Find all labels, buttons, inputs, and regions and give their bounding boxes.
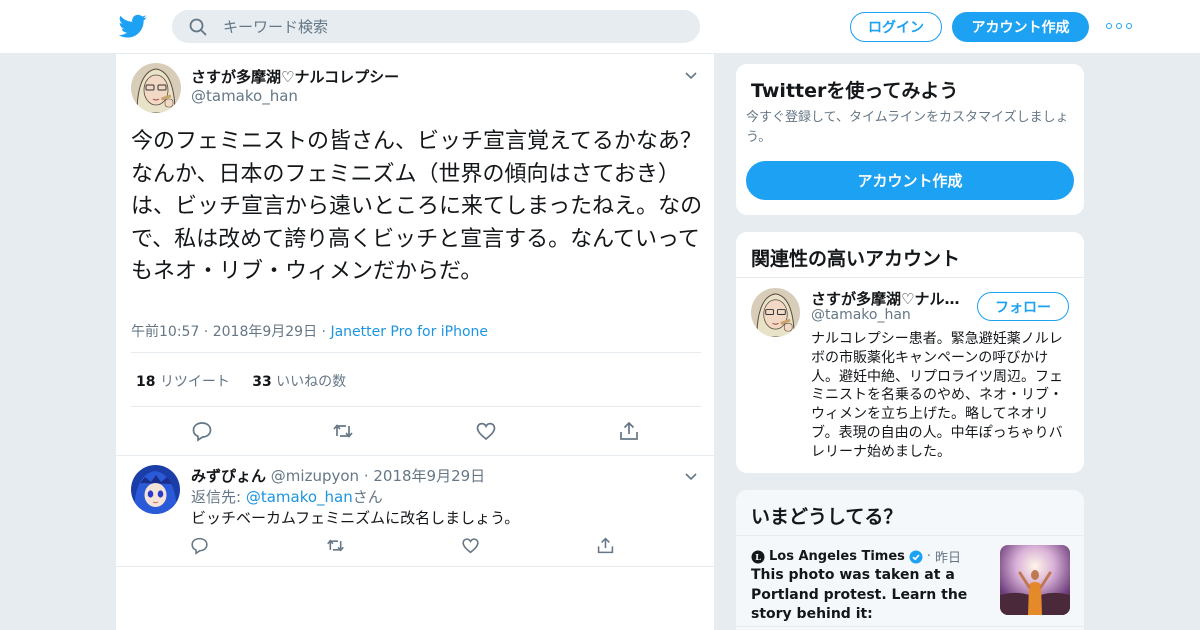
dot	[1106, 23, 1112, 29]
related-account-name[interactable]: さすが多摩湖♡ナル…	[811, 288, 959, 309]
signup-card-title: Twitterを使ってみよう	[751, 80, 959, 102]
tweet-text: 今のフェミニストの皆さん、ビッチ宣言覚えてるかなあ？なんか、日本のフェミニズム（…	[131, 129, 703, 285]
tweet-time[interactable]: 午前10:57	[131, 324, 199, 340]
follow-button[interactable]: フォロー	[977, 292, 1069, 321]
dot	[1126, 23, 1132, 29]
tweet-date[interactable]: 2018年9月29日	[213, 324, 317, 340]
meta-separator: ·	[926, 549, 932, 564]
reply-header: みずぴょん @mizupyon · 2018年9月29日	[191, 465, 485, 486]
divider	[131, 352, 701, 353]
news-source-row[interactable]: L Los Angeles Times · 昨日	[751, 547, 961, 566]
login-button[interactable]: ログイン	[850, 12, 942, 42]
divider	[116, 566, 714, 567]
retweet-icon[interactable]	[326, 536, 345, 555]
chevron-down-icon[interactable]	[685, 72, 697, 80]
reply-prefix: 返信先:	[191, 488, 242, 506]
avatar-illustration	[131, 63, 181, 113]
avatar-illustration	[131, 465, 180, 514]
retweet-count: 18	[136, 374, 156, 390]
news-source-name: Los Angeles Times	[769, 549, 905, 564]
verified-badge-icon	[909, 550, 923, 563]
divider	[116, 455, 714, 456]
search-icon	[189, 18, 207, 36]
replying-to: 返信先: @tamako_hanさん	[191, 486, 383, 507]
like-heart-icon[interactable]	[475, 420, 497, 442]
signup-card: Twitterを使ってみよう 今すぐ登録して、タイムラインをカスタマイズしましょ…	[735, 63, 1085, 216]
author-avatar[interactable]	[131, 63, 181, 113]
chevron-down-icon[interactable]	[685, 473, 697, 481]
reply-author-avatar[interactable]	[131, 465, 180, 514]
meta-separator: ·	[317, 324, 331, 340]
like-heart-icon[interactable]	[461, 536, 480, 555]
news-time: 昨日	[935, 551, 962, 566]
related-account-avatar[interactable]	[751, 288, 800, 337]
divider	[736, 277, 1084, 278]
related-account-bio: ナルコレプシー患者。緊急避妊薬ノルレボの市販薬化キャンペーンの呼びかけ人。避妊中…	[811, 331, 1063, 460]
reply-icon[interactable]	[191, 420, 213, 442]
related-accounts-card: 関連性の高いアカウント さすが多摩湖♡ナル… @tamako_han フォロー …	[735, 231, 1085, 474]
reply-icon[interactable]	[190, 536, 209, 555]
news-headline[interactable]: This photo was taken at a Portland prote…	[751, 566, 991, 625]
retweet-icon[interactable]	[332, 420, 354, 442]
protest-photo-image	[1000, 545, 1070, 615]
tweet-stats: 18 リツイート 33 いいねの数	[136, 371, 346, 391]
related-account-handle[interactable]: @tamako_han	[811, 307, 911, 323]
signup-card-button[interactable]: アカウント作成	[746, 161, 1074, 200]
related-card-title: 関連性の高いアカウント	[751, 248, 961, 270]
like-label: いいねの数	[276, 374, 347, 390]
like-stat[interactable]: 33 いいねの数	[252, 374, 346, 390]
search-input[interactable]	[223, 11, 683, 42]
trends-card: いまどうしてる？ L Los Angeles Times · 昨日 This p…	[735, 489, 1085, 630]
signup-button[interactable]: アカウント作成	[952, 12, 1089, 42]
share-icon[interactable]	[596, 536, 615, 555]
meta-separator: ·	[359, 467, 374, 485]
dot	[1116, 23, 1122, 29]
divider	[736, 535, 1084, 536]
reply-author-name[interactable]: みずぴょん	[191, 467, 266, 485]
twitter-bird-icon[interactable]	[119, 12, 147, 40]
retweet-label: リツイート	[159, 374, 230, 390]
avatar-illustration	[751, 288, 800, 337]
tweet-meta: 午前10:57 · 2018年9月29日 · Janetter Pro for …	[131, 321, 488, 341]
trends-card-title: いまどうしてる？	[751, 506, 903, 528]
like-count: 33	[252, 374, 272, 390]
more-dots-icon[interactable]	[1106, 18, 1132, 34]
retweet-stat[interactable]: 18 リツイート	[136, 374, 230, 390]
divider	[736, 626, 1084, 627]
top-bar: ログイン アカウント作成	[0, 0, 1200, 54]
tweet-source[interactable]: Janetter Pro for iPhone	[330, 324, 488, 340]
author-handle[interactable]: @tamako_han	[191, 87, 298, 105]
search-box[interactable]	[172, 10, 700, 43]
share-icon[interactable]	[618, 420, 640, 442]
reply-date[interactable]: 2018年9月29日	[373, 467, 485, 485]
divider	[131, 406, 701, 407]
reply-suffix: さん	[352, 488, 383, 506]
news-thumbnail[interactable]	[1000, 545, 1070, 615]
signup-card-desc: 今すぐ登録して、タイムラインをカスタマイズしましょう。	[746, 110, 1069, 145]
svg-text:L: L	[755, 552, 761, 562]
reply-text: ビッチベーカムフェミニズムに改名しましょう。	[191, 509, 520, 527]
reply-to-link[interactable]: @tamako_han	[246, 488, 353, 506]
tweet-column: さすが多摩湖♡ナルコレプシー @tamako_han 今のフェミニストの皆さん、…	[115, 54, 715, 630]
reply-author-handle[interactable]: @mizupyon	[271, 467, 359, 485]
la-times-logo-icon: L	[751, 550, 765, 563]
meta-separator: ·	[199, 324, 213, 340]
author-name[interactable]: さすが多摩湖♡ナルコレプシー	[191, 66, 399, 87]
